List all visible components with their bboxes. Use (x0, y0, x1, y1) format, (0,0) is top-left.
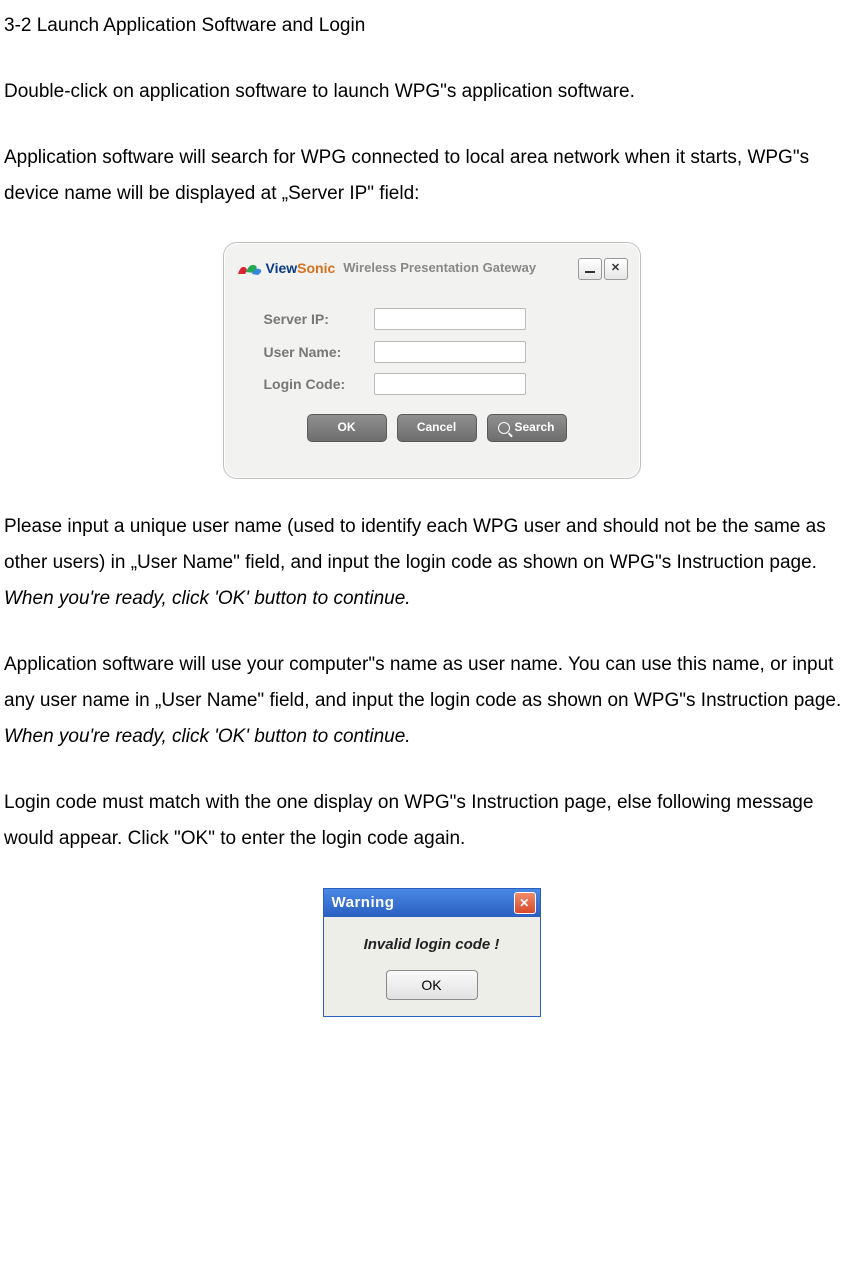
minimize-button[interactable] (578, 258, 602, 280)
paragraph-4-plain: Application software will use your compu… (4, 654, 841, 711)
paragraph-1: Double-click on application software to … (4, 74, 859, 110)
ok-button[interactable]: OK (307, 414, 387, 442)
paragraph-4-italic: When you're ready, click 'OK' button to … (4, 726, 411, 747)
warning-dialog-figure: Warning ✕ Invalid login code ! OK (4, 888, 859, 1017)
brand-name: ViewSonic (266, 255, 336, 282)
paragraph-3-plain: Please input a unique user name (used to… (4, 516, 826, 573)
login-code-row: Login Code: (264, 371, 610, 398)
search-button[interactable]: Search (487, 414, 567, 442)
login-dialog-figure: ViewSonic Wireless Presentation Gateway … (4, 242, 859, 478)
ok-button-label: OK (338, 416, 356, 439)
warning-titlebar: Warning ✕ (324, 889, 540, 917)
login-button-row: OK Cancel Search (264, 414, 610, 442)
window-buttons (578, 258, 628, 280)
cancel-button[interactable]: Cancel (397, 414, 477, 442)
paragraph-4: Application software will use your compu… (4, 647, 859, 755)
login-dialog: ViewSonic Wireless Presentation Gateway … (223, 242, 641, 478)
brand: ViewSonic Wireless Presentation Gateway (236, 255, 537, 282)
login-form: Server IP: User Name: Login Code: OK Can… (234, 292, 630, 458)
warning-body: Invalid login code ! OK (324, 917, 540, 1016)
server-ip-input[interactable] (374, 308, 526, 330)
warning-message: Invalid login code ! (334, 937, 530, 952)
login-code-input[interactable] (374, 373, 526, 395)
warning-ok-button[interactable]: OK (386, 970, 478, 1000)
brand-subtitle: Wireless Presentation Gateway (343, 256, 536, 281)
login-dialog-header: ViewSonic Wireless Presentation Gateway (234, 253, 630, 292)
paragraph-5: Login code must match with the one displ… (4, 785, 859, 857)
user-name-label: User Name: (264, 339, 374, 366)
server-ip-row: Server IP: (264, 306, 610, 333)
server-ip-label: Server IP: (264, 306, 374, 333)
warning-title-text: Warning (332, 895, 395, 910)
login-code-label: Login Code: (264, 371, 374, 398)
paragraph-3: Please input a unique user name (used to… (4, 509, 859, 617)
user-name-row: User Name: (264, 339, 610, 366)
viewsonic-birds-icon (236, 260, 262, 278)
cancel-button-label: Cancel (417, 416, 456, 439)
search-icon (498, 422, 510, 434)
close-button[interactable] (604, 258, 628, 280)
paragraph-3-italic: When you're ready, click 'OK' button to … (4, 588, 411, 609)
section-heading: 3-2 Launch Application Software and Logi… (4, 8, 859, 44)
search-button-label: Search (514, 416, 554, 439)
user-name-input[interactable] (374, 341, 526, 363)
warning-dialog: Warning ✕ Invalid login code ! OK (323, 888, 541, 1017)
paragraph-2: Application software will search for WPG… (4, 140, 859, 212)
warning-close-button[interactable]: ✕ (514, 892, 536, 914)
